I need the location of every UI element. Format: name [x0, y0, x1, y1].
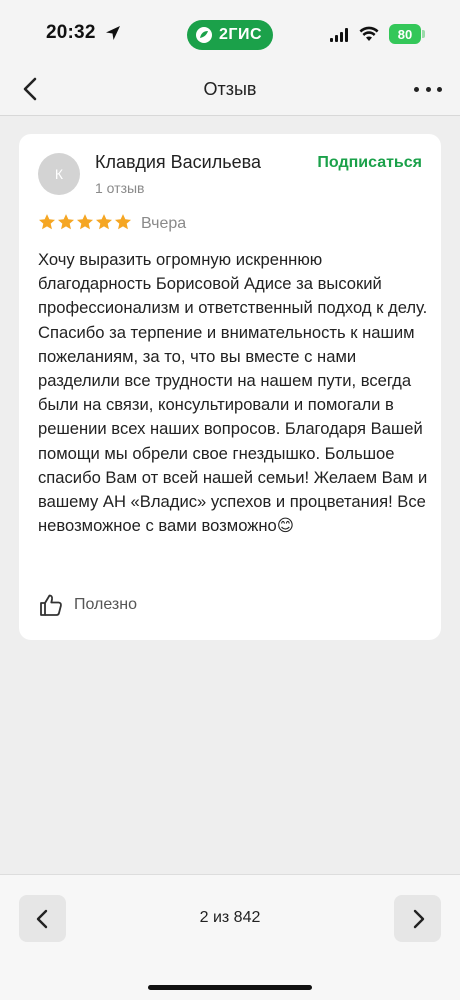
subscribe-button[interactable]: Подписаться [317, 154, 422, 172]
star-icon [114, 214, 132, 230]
author-name[interactable]: Клавдия Васильева [95, 152, 261, 173]
review-card: К Клавдия Васильева 1 отзыв Подписаться … [19, 134, 441, 640]
home-indicator[interactable] [148, 985, 312, 990]
nav-bar: Отзыв [0, 62, 460, 116]
app-brand: 2ГИС [219, 26, 263, 43]
useful-label: Полезно [74, 596, 137, 613]
more-dot-icon [425, 86, 431, 92]
more-options-button[interactable] [414, 80, 442, 98]
star-icon [95, 214, 113, 230]
pager-position: 2 из 842 [199, 909, 261, 926]
useful-button[interactable]: Полезно [38, 592, 137, 618]
page-title: Отзыв [203, 79, 257, 99]
next-review-button[interactable] [394, 895, 441, 942]
location-arrow-icon [106, 26, 120, 40]
app-logo-icon [196, 27, 212, 43]
star-icon [76, 214, 94, 230]
author-avatar[interactable]: К [38, 153, 80, 195]
author-review-count: 1 отзыв [95, 180, 145, 196]
more-dot-icon [437, 86, 442, 92]
cellular-signal-icon [330, 28, 348, 42]
wifi-icon [359, 26, 379, 41]
battery-level: 80 [389, 24, 421, 44]
review-text: Хочу выразить огромную искреннюю благода… [38, 250, 428, 536]
status-time: 20:32 [46, 22, 96, 43]
battery-tip [422, 30, 425, 38]
app-return-pill[interactable]: 2ГИС [187, 20, 273, 50]
review-date: Вчера [141, 215, 187, 232]
chevron-right-icon [413, 909, 424, 928]
star-icon [38, 214, 56, 230]
thumbs-up-icon [40, 594, 62, 616]
more-dot-icon [414, 86, 419, 92]
pager-bar: 2 из 842 [0, 874, 460, 1000]
star-icon [57, 214, 75, 230]
status-bar: 20:32 2ГИС 80 [0, 0, 460, 62]
rating-stars [38, 213, 132, 231]
